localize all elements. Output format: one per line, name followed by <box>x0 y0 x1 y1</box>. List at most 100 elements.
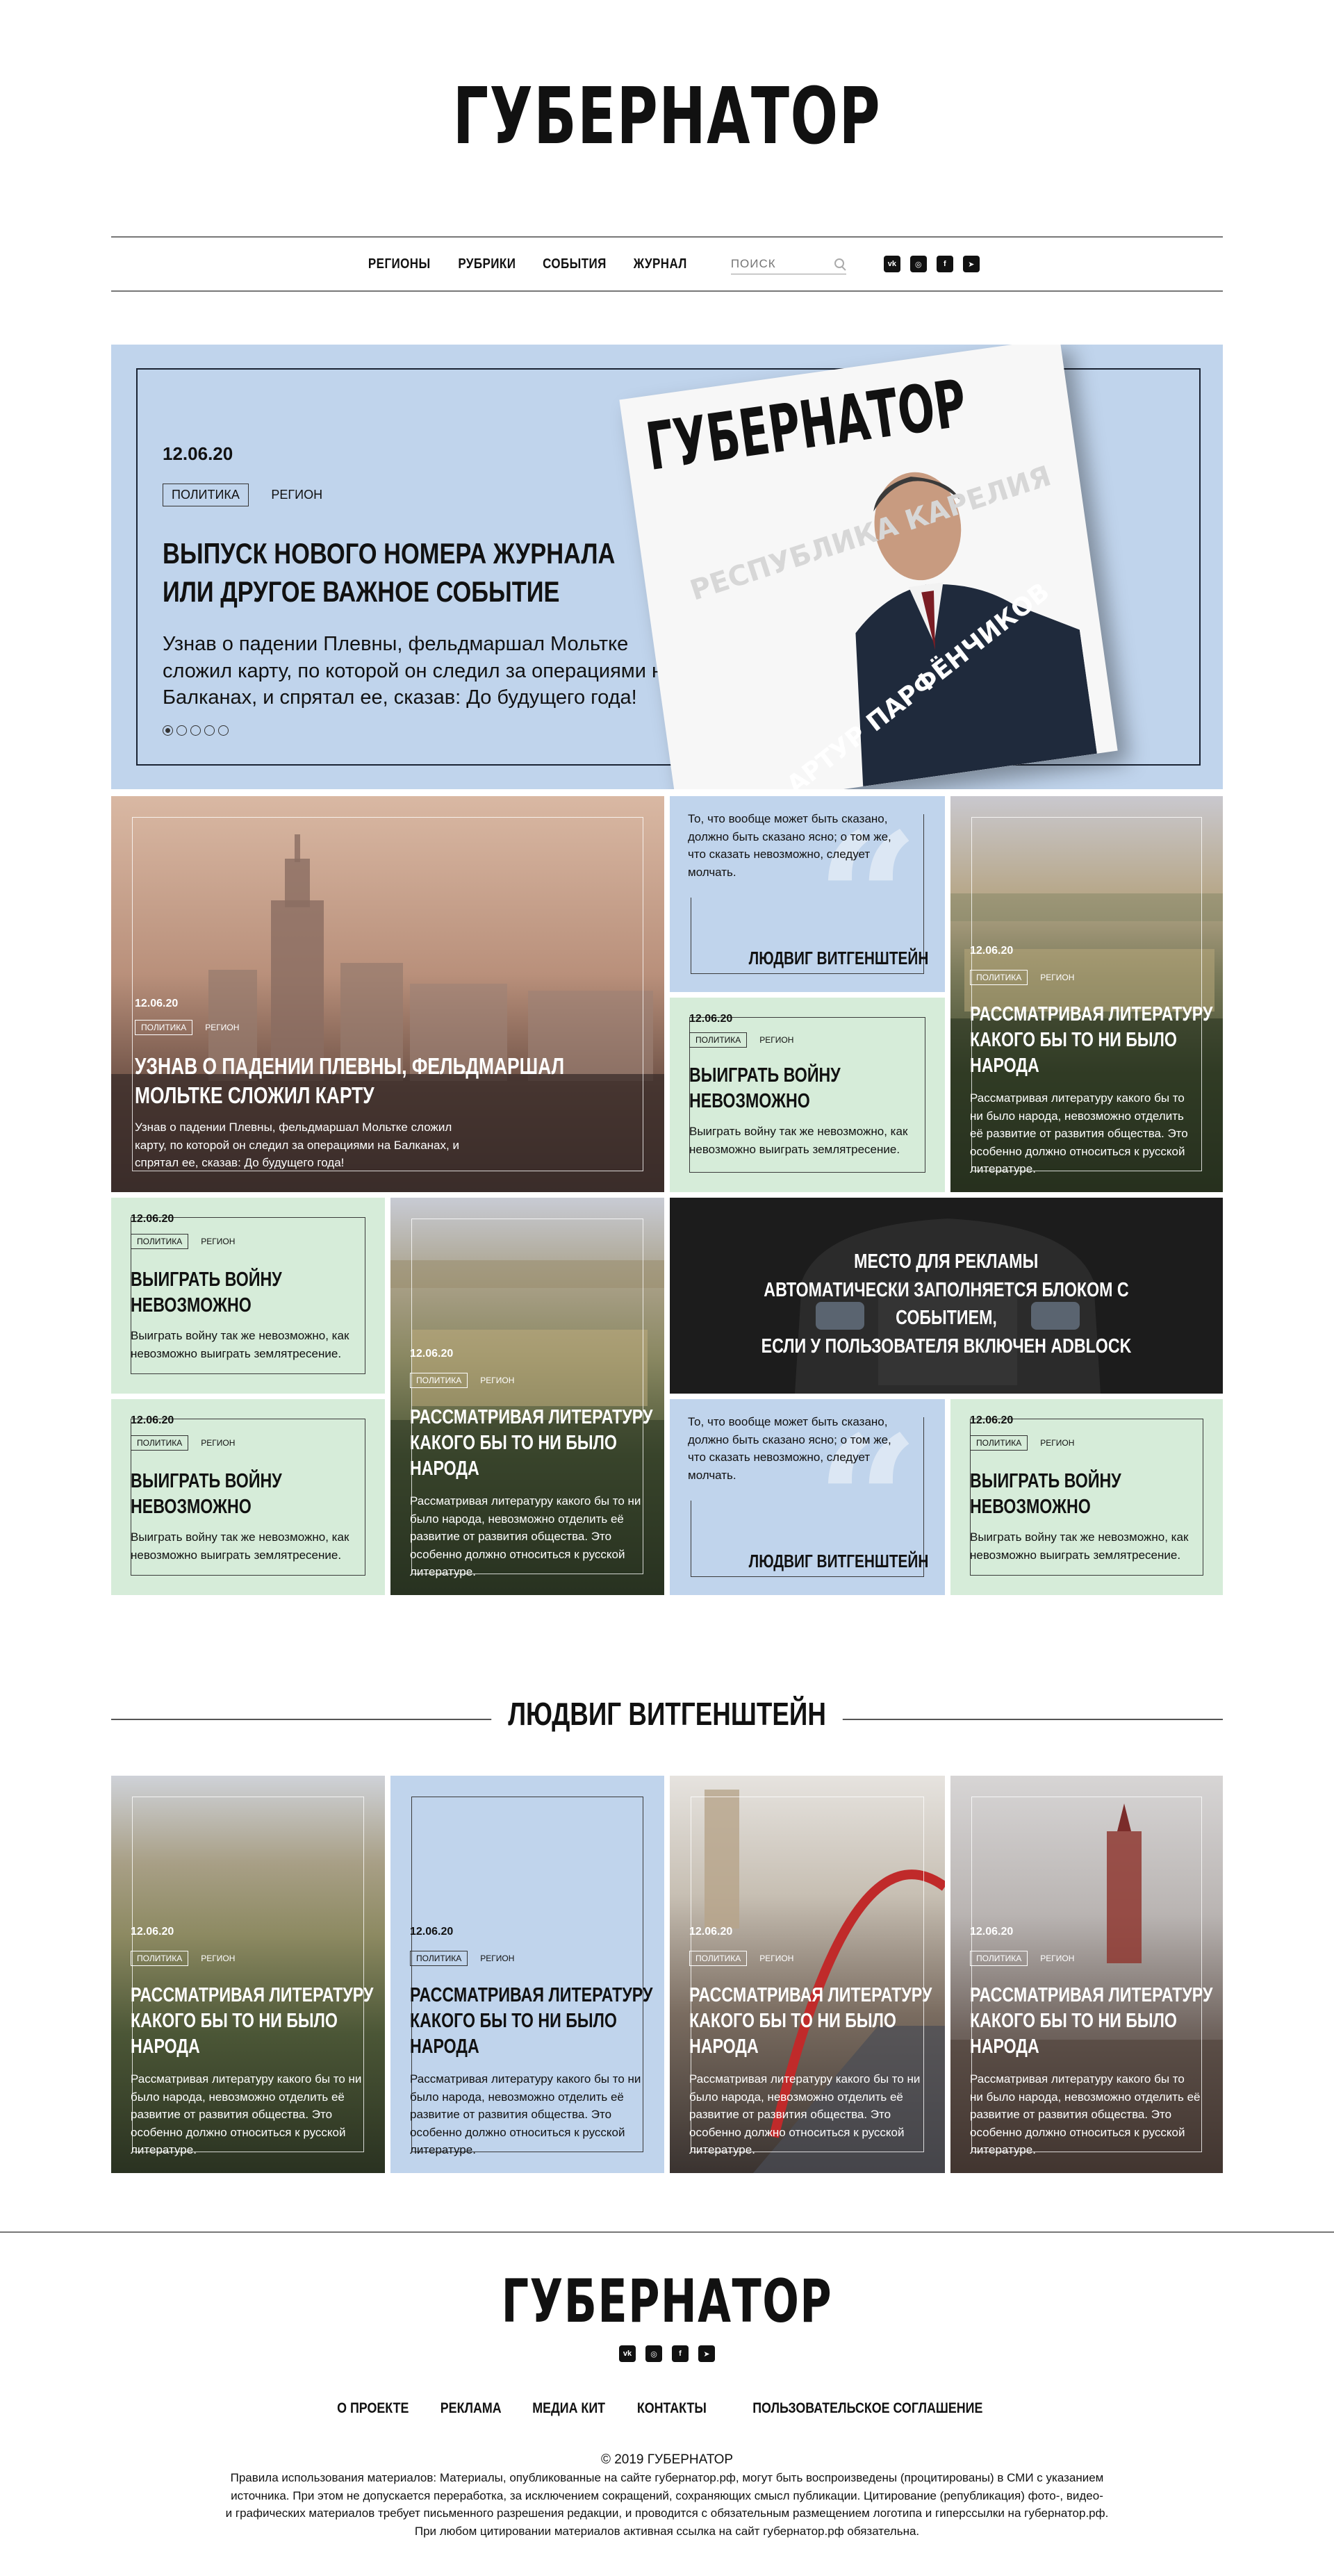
telegram-icon[interactable]: ➤ <box>698 2345 715 2362</box>
news-card-lit[interactable]: 12.06.20 ПОЛИТИКА РЕГИОН РАССМАТРИВАЯ ЛИ… <box>111 1776 385 2173</box>
instagram-icon[interactable]: ◎ <box>909 256 927 272</box>
card-tag-region[interactable]: РЕГИОН <box>201 1438 235 1448</box>
card-title[interactable]: РАССМАТРИВАЯ ЛИТЕРАТУРУ КАКОГО БЫ ТО НИ Б… <box>131 1983 385 2059</box>
hero-tag-politics[interactable]: ПОЛИТИКА <box>163 484 249 506</box>
card-title[interactable]: УЗНАВ О ПАДЕНИИ ПЛЕВНЫ, ФЕЛЬДМАРШАЛ МОЛЬТ… <box>135 1052 664 1110</box>
card-tag-region[interactable]: РЕГИОН <box>1040 1438 1074 1448</box>
hero-text: Узнав о падении Плевны, фельдмаршал Моль… <box>163 633 675 709</box>
card-tag-region[interactable]: РЕГИОН <box>1040 1954 1074 1963</box>
hero-tags: ПОЛИТИКА РЕГИОН <box>163 484 322 506</box>
hero-title[interactable]: ВЫПУСК НОВОГО НОМЕРА ЖУРНАЛА ИЛИ ДРУГОЕ … <box>163 535 718 611</box>
card-date: 12.06.20 <box>131 1926 174 1938</box>
card-title[interactable]: РАССМАТРИВАЯ ЛИТЕРАТУРУ КАКОГО БЫ ТО НИ Б… <box>970 1983 1223 2059</box>
nav-regions[interactable]: РЕГИОНЫ <box>368 256 431 272</box>
card-title[interactable]: ВЫИГРАТЬ ВОЙНУ НЕВОЗМОЖНО <box>131 1469 320 1520</box>
card-tag-politics[interactable]: ПОЛИТИКА <box>970 1435 1028 1451</box>
quote-card[interactable]: “ То, что вообще может быть сказано, дол… <box>670 1399 945 1595</box>
card-tag-region[interactable]: РЕГИОН <box>1040 973 1074 982</box>
news-card-war[interactable]: 12.06.20 ПОЛИТИКА РЕГИОН ВЫИГРАТЬ ВОЙНУ Н… <box>111 1198 385 1394</box>
card-date: 12.06.20 <box>410 1926 454 1938</box>
footer-link-ads[interactable]: РЕКЛАМА <box>440 2400 502 2417</box>
nav-journal[interactable]: ЖУРНАЛ <box>634 256 687 272</box>
card-title[interactable]: ВЫИГРАТЬ ВОЙНУ НЕВОЗМОЖНО <box>970 1469 1159 1520</box>
card-date: 12.06.20 <box>970 945 1014 957</box>
card-tag-region[interactable]: РЕГИОН <box>201 1237 235 1246</box>
card-tag-region[interactable]: РЕГИОН <box>201 1954 235 1963</box>
card-text: Рассматривая литературу какого бы то ни … <box>131 2072 362 2156</box>
news-card-lit[interactable]: 12.06.20 ПОЛИТИКА РЕГИОН РАССМАТРИВАЯ ЛИ… <box>950 796 1223 1192</box>
card-tag-region[interactable]: РЕГИОН <box>480 1376 514 1385</box>
card-date: 12.06.20 <box>970 1414 1014 1426</box>
card-title[interactable]: РАССМАТРИВАЯ ЛИТЕРАТУРУ КАКОГО БЫ ТО НИ Б… <box>689 1983 945 2059</box>
card-text: Рассматривая литературу какого бы то ни … <box>410 1494 641 1578</box>
card-tags: ПОЛИТИКА РЕГИОН <box>970 970 1074 985</box>
telegram-icon[interactable]: ➤ <box>962 256 980 272</box>
facebook-icon[interactable]: f <box>672 2345 689 2362</box>
facebook-icon[interactable]: f <box>936 256 953 272</box>
card-tag-politics[interactable]: ПОЛИТИКА <box>970 1951 1028 1966</box>
news-card-war[interactable]: 12.06.20 ПОЛИТИКА РЕГИОН ВЫИГРАТЬ ВОЙНУ Н… <box>670 998 945 1192</box>
card-tag-politics[interactable]: ПОЛИТИКА <box>131 1234 189 1249</box>
card-text: Рассматривая литературу какого бы то ни … <box>970 1091 1188 1175</box>
footer-links: О ПРОЕКТЕ РЕКЛАМА МЕДИА КИТ КОНТАКТЫ ПОЛ… <box>0 2400 1334 2417</box>
vk-icon[interactable]: vk <box>883 256 900 272</box>
card-text: Рассматривая литературу какого бы то ни … <box>410 2072 641 2156</box>
news-card-war[interactable]: 12.06.20 ПОЛИТИКА РЕГИОН ВЫИГРАТЬ ВОЙНУ Н… <box>950 1399 1223 1595</box>
slider-dot-3[interactable] <box>190 725 201 736</box>
slider-dot-2[interactable] <box>176 725 187 736</box>
card-tag-region[interactable]: РЕГИОН <box>759 1035 793 1045</box>
card-title[interactable]: ВЫИГРАТЬ ВОЙНУ НЕВОЗМОЖНО <box>131 1267 320 1319</box>
news-card-lit[interactable]: 12.06.20 ПОЛИТИКА РЕГИОН РАССМАТРИВАЯ ЛИ… <box>390 1198 664 1595</box>
card-title[interactable]: РАССМАТРИВАЯ ЛИТЕРАТУРУ КАКОГО БЫ ТО НИ Б… <box>970 1002 1223 1078</box>
vk-icon[interactable]: vk <box>619 2345 636 2362</box>
card-tags: ПОЛИТИКА РЕГИОН <box>689 1951 793 1966</box>
card-tag-politics[interactable]: ПОЛИТИКА <box>970 970 1028 985</box>
card-tag-region[interactable]: РЕГИОН <box>759 1954 793 1963</box>
card-title[interactable]: ВЫИГРАТЬ ВОЙНУ НЕВОЗМОЖНО <box>689 1063 878 1114</box>
hero-banner[interactable]: 12.06.20 ПОЛИТИКА РЕГИОН ВЫПУСК НОВОГО Н… <box>111 345 1223 789</box>
card-title[interactable]: РАССМАТРИВАЯ ЛИТЕРАТУРУ КАКОГО БЫ ТО НИ Б… <box>410 1405 664 1481</box>
magazine-cover[interactable]: ГУБЕРНАТОР РЕСПУБЛИКА КАРЕЛИЯ АРТУР ПАРФ… <box>619 345 1118 789</box>
ad-text: МЕСТО ДЛЯ РЕКЛАМЫ АВТОМАТИЧЕСКИ ЗАПОЛНЯЕ… <box>761 1250 1132 1357</box>
news-card-big[interactable]: 12.06.20 ПОЛИТИКА РЕГИОН УЗНАВ О ПАДЕНИИ… <box>111 796 664 1192</box>
slider-dots <box>163 725 229 736</box>
footer-link-about[interactable]: О ПРОЕКТЕ <box>337 2400 409 2417</box>
search-input[interactable] <box>730 256 821 271</box>
main-nav: РЕГИОНЫ РУБРИКИ СОБЫТИЯ ЖУРНАЛ vk ◎ f ➤ <box>111 250 1223 278</box>
footer-logo[interactable]: ГУБЕРНАТОР <box>0 2272 1334 2331</box>
card-date: 12.06.20 <box>970 1926 1014 1938</box>
card-tag-politics[interactable]: ПОЛИТИКА <box>410 1951 468 1966</box>
slider-dot-1[interactable] <box>163 725 173 736</box>
card-date: 12.06.20 <box>410 1348 454 1360</box>
footer-link-contacts[interactable]: КОНТАКТЫ <box>637 2400 707 2417</box>
news-card-lit[interactable]: 12.06.20 ПОЛИТИКА РЕГИОН РАССМАТРИВАЯ ЛИ… <box>670 1776 945 2173</box>
card-tags: ПОЛИТИКА РЕГИОН <box>131 1234 235 1249</box>
hero-tag-region[interactable]: РЕГИОН <box>271 488 322 502</box>
slider-dot-5[interactable] <box>218 725 229 736</box>
card-text: Выиграть войну так же невозможно, как не… <box>131 1530 349 1562</box>
slider-dot-4[interactable] <box>204 725 215 736</box>
card-tag-region[interactable]: РЕГИОН <box>480 1954 514 1963</box>
card-tag-region[interactable]: РЕГИОН <box>205 1023 239 1032</box>
site-logo[interactable]: ГУБЕРНАТОР <box>0 78 1334 156</box>
footer-link-mediakit[interactable]: МЕДИА КИТ <box>532 2400 605 2417</box>
quote-card[interactable]: “ То, что вообще может быть сказано, дол… <box>670 796 945 992</box>
search-icon[interactable] <box>834 258 846 270</box>
card-tags: ПОЛИТИКА РЕГИОН <box>131 1435 235 1451</box>
news-card-war[interactable]: 12.06.20 ПОЛИТИКА РЕГИОН ВЫИГРАТЬ ВОЙНУ Н… <box>111 1399 385 1595</box>
card-tag-politics[interactable]: ПОЛИТИКА <box>131 1435 189 1451</box>
nav-rubrics[interactable]: РУБРИКИ <box>458 256 516 272</box>
news-card-lit[interactable]: 12.06.20 ПОЛИТИКА РЕГИОН РАССМАТРИВАЯ ЛИ… <box>950 1776 1223 2173</box>
news-card-lit[interactable]: 12.06.20 ПОЛИТИКА РЕГИОН РАССМАТРИВАЯ ЛИ… <box>390 1776 664 2173</box>
card-tag-politics[interactable]: ПОЛИТИКА <box>689 1951 748 1966</box>
ad-banner[interactable]: МЕСТО ДЛЯ РЕКЛАМЫ АВТОМАТИЧЕСКИ ЗАПОЛНЯЕ… <box>670 1198 1223 1394</box>
nav-events[interactable]: СОБЫТИЯ <box>543 256 607 272</box>
card-tag-politics[interactable]: ПОЛИТИКА <box>135 1020 193 1035</box>
footer-link-agreement[interactable]: ПОЛЬЗОВАТЕЛЬСКОЕ СОГЛАШЕНИЕ <box>752 2400 982 2417</box>
card-tag-politics[interactable]: ПОЛИТИКА <box>410 1373 468 1388</box>
card-title[interactable]: РАССМАТРИВАЯ ЛИТЕРАТУРУ КАКОГО БЫ ТО НИ Б… <box>410 1983 664 2059</box>
card-tag-politics[interactable]: ПОЛИТИКА <box>689 1032 748 1048</box>
header-divider-top <box>111 236 1223 238</box>
card-tag-politics[interactable]: ПОЛИТИКА <box>131 1951 189 1966</box>
instagram-icon[interactable]: ◎ <box>645 2345 662 2362</box>
